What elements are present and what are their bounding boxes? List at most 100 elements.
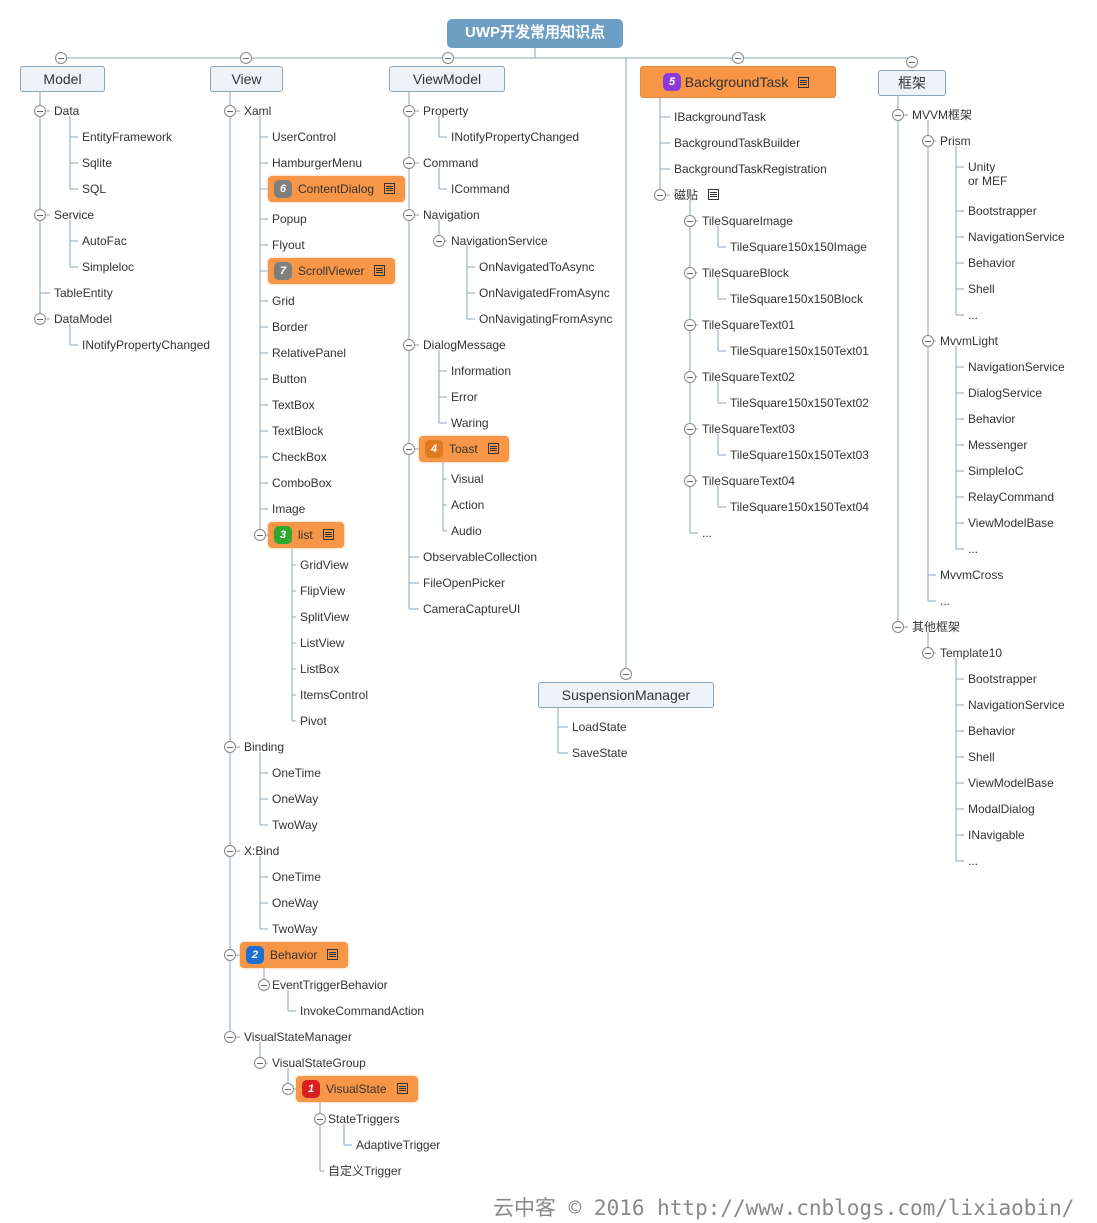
node-node[interactable]: ...	[940, 594, 950, 608]
node-service[interactable]: Service	[54, 208, 94, 222]
collapse-toggle-icon[interactable]	[892, 109, 904, 121]
note-icon[interactable]	[322, 529, 334, 541]
node-node[interactable]: ...	[968, 308, 978, 322]
node-mvvmcross[interactable]: MvvmCross	[940, 568, 1003, 582]
note-icon[interactable]	[798, 76, 810, 88]
node-tableentity[interactable]: TableEntity	[54, 286, 113, 300]
node-checkbox[interactable]: CheckBox	[272, 450, 327, 464]
node-simpleioc[interactable]: SimpleIoC	[968, 464, 1023, 478]
node-navigationservice[interactable]: NavigationService	[968, 698, 1065, 712]
node-tilesquareblock[interactable]: TileSquareBlock	[702, 266, 789, 280]
node-button[interactable]: Button	[272, 372, 307, 386]
node-textblock[interactable]: TextBlock	[272, 424, 323, 438]
collapse-toggle-icon[interactable]	[684, 319, 696, 331]
node-invokecommandaction[interactable]: InvokeCommandAction	[300, 1004, 424, 1018]
collapse-toggle-icon[interactable]	[403, 209, 415, 221]
node-usercontrol[interactable]: UserControl	[272, 130, 336, 144]
node-tilesquare150x150text04[interactable]: TileSquare150x150Text04	[730, 500, 869, 514]
collapse-toggle-icon[interactable]	[922, 135, 934, 147]
node-action[interactable]: Action	[451, 498, 484, 512]
node-bootstrapper[interactable]: Bootstrapper	[968, 204, 1037, 218]
node-dialogservice[interactable]: DialogService	[968, 386, 1042, 400]
node-prism[interactable]: Prism	[940, 134, 971, 148]
node-xaml[interactable]: Xaml	[244, 104, 271, 118]
node-audio[interactable]: Audio	[451, 524, 482, 538]
collapse-toggle-icon[interactable]	[403, 157, 415, 169]
highlight-node-behavior[interactable]: 2 Behavior	[240, 942, 349, 968]
collapse-toggle-icon[interactable]	[224, 105, 236, 117]
collapse-toggle-icon[interactable]	[224, 741, 236, 753]
highlight-node-scrollviewer[interactable]: 7 ScrollViewer	[268, 258, 396, 284]
node-data[interactable]: Data	[54, 104, 79, 118]
node-tilesquare150x150text03[interactable]: TileSquare150x150Text03	[730, 448, 869, 462]
node-itemscontrol[interactable]: ItemsControl	[300, 688, 368, 702]
node-cameracaptureui[interactable]: CameraCaptureUI	[423, 602, 520, 616]
node-relativepanel[interactable]: RelativePanel	[272, 346, 346, 360]
collapse-toggle-icon[interactable]	[34, 209, 46, 221]
node-inavigable[interactable]: INavigable	[968, 828, 1025, 842]
branch-backgroundtask[interactable]: 5 BackgroundTask	[640, 66, 836, 98]
root-topic[interactable]: UWP开发常用知识点	[447, 19, 623, 48]
note-icon[interactable]	[396, 1083, 408, 1095]
branch-viewmodel[interactable]: ViewModel	[389, 66, 505, 92]
node-information[interactable]: Information	[451, 364, 511, 378]
node-command[interactable]: Command	[423, 156, 478, 170]
branch-model[interactable]: Model	[20, 66, 105, 92]
node-sql[interactable]: SQL	[82, 182, 106, 196]
node-flyout[interactable]: Flyout	[272, 238, 305, 252]
node-backgroundtaskbuilder[interactable]: BackgroundTaskBuilder	[674, 136, 800, 150]
node-behavior[interactable]: Behavior	[968, 256, 1015, 270]
node-x-bind[interactable]: X:Bind	[244, 844, 279, 858]
collapse-toggle-icon[interactable]	[403, 443, 415, 455]
node-backgroundtaskregistration[interactable]: BackgroundTaskRegistration	[674, 162, 827, 176]
collapse-toggle-icon[interactable]	[314, 1113, 326, 1125]
node-navigationservice[interactable]: NavigationService	[968, 230, 1065, 244]
node-inotifypropertychanged[interactable]: INotifyPropertyChanged	[82, 338, 210, 352]
node-oneway[interactable]: OneWay	[272, 896, 318, 910]
node-bootstrapper[interactable]: Bootstrapper	[968, 672, 1037, 686]
highlight-node-list[interactable]: 3 list	[268, 522, 344, 548]
node-shell[interactable]: Shell	[968, 282, 995, 296]
node-observablecollection[interactable]: ObservableCollection	[423, 550, 537, 564]
node-loadstate[interactable]: LoadState	[572, 720, 627, 734]
collapse-toggle-icon[interactable]	[240, 52, 252, 64]
collapse-toggle-icon[interactable]	[224, 949, 236, 961]
node-listview[interactable]: ListView	[300, 636, 344, 650]
collapse-toggle-icon[interactable]	[34, 105, 46, 117]
node-pivot[interactable]: Pivot	[300, 714, 327, 728]
node-dialogmessage[interactable]: DialogMessage	[423, 338, 506, 352]
node-binding[interactable]: Binding	[244, 740, 284, 754]
node-gridview[interactable]: GridView	[300, 558, 348, 572]
collapse-toggle-icon[interactable]	[254, 1057, 266, 1069]
node-border[interactable]: Border	[272, 320, 308, 334]
node-visualstatemanager[interactable]: VisualStateManager	[244, 1030, 352, 1044]
node-splitview[interactable]: SplitView	[300, 610, 349, 624]
node-tilesquare150x150text02[interactable]: TileSquare150x150Text02	[730, 396, 869, 410]
node-error[interactable]: Error	[451, 390, 478, 404]
node-adaptivetrigger[interactable]: AdaptiveTrigger	[356, 1138, 440, 1152]
highlight-node-contentdialog[interactable]: 6 ContentDialog	[268, 176, 406, 202]
node-modaldialog[interactable]: ModalDialog	[968, 802, 1035, 816]
node-image[interactable]: Image	[272, 502, 305, 516]
note-icon[interactable]	[487, 443, 499, 455]
node-property[interactable]: Property	[423, 104, 468, 118]
node-flipview[interactable]: FlipView	[300, 584, 345, 598]
branch-suspension[interactable]: SuspensionManager	[538, 682, 714, 708]
node-relaycommand[interactable]: RelayCommand	[968, 490, 1054, 504]
node-tilesquare150x150text01[interactable]: TileSquare150x150Text01	[730, 344, 869, 358]
collapse-toggle-icon[interactable]	[258, 979, 270, 991]
collapse-toggle-icon[interactable]	[906, 56, 918, 68]
node-onnavigatedfromasync[interactable]: OnNavigatedFromAsync	[479, 286, 610, 300]
node-node[interactable]: 其他框架	[912, 620, 960, 634]
node-behavior[interactable]: Behavior	[968, 412, 1015, 426]
node-node[interactable]: ...	[968, 854, 978, 868]
node-combobox[interactable]: ComboBox	[272, 476, 331, 490]
node-entityframework[interactable]: EntityFramework	[82, 130, 172, 144]
collapse-toggle-icon[interactable]	[55, 52, 67, 64]
collapse-toggle-icon[interactable]	[620, 668, 632, 680]
node-popup[interactable]: Popup	[272, 212, 307, 226]
node-simpleloc[interactable]: Simpleloc	[82, 260, 134, 274]
node-viewmodelbase[interactable]: ViewModelBase	[968, 516, 1054, 530]
node-oneway[interactable]: OneWay	[272, 792, 318, 806]
node-fileopenpicker[interactable]: FileOpenPicker	[423, 576, 505, 590]
